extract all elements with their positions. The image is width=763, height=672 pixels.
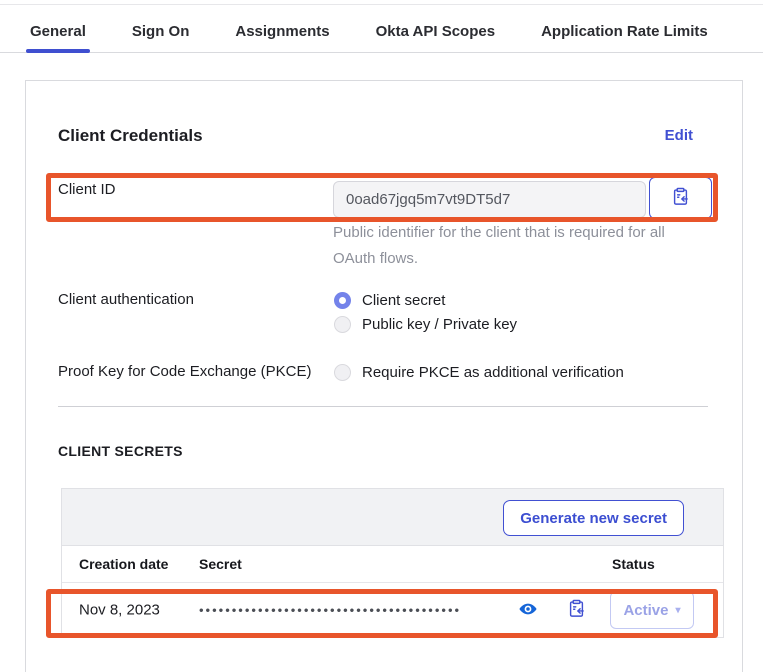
- okta-app-settings-screen: General Sign On Assignments Okta API Sco…: [0, 0, 763, 672]
- client-authentication-label: Client authentication: [58, 291, 194, 308]
- masked-secret-value: ••••••••••••••••••••••••••••••••••••••••: [199, 603, 515, 618]
- pkce-option-label: Require PKCE as additional verification: [362, 364, 624, 381]
- auth-option-label: Public key / Private key: [362, 316, 517, 333]
- client-secrets-title: CLIENT SECRETS: [58, 443, 183, 459]
- radio-unselected-icon[interactable]: [334, 316, 351, 333]
- radio-selected-icon[interactable]: [334, 292, 351, 309]
- copy-secret-button[interactable]: [565, 599, 587, 621]
- clipboard-copy-icon: [567, 599, 586, 621]
- auth-option-public-private-key: Public key / Private key: [334, 315, 517, 333]
- header-status: Status: [612, 556, 723, 572]
- client-secrets-table: Generate new secret Creation date Secret…: [61, 488, 724, 638]
- status-label: Active: [623, 602, 668, 619]
- auth-option-label: Client secret: [362, 292, 445, 309]
- tab-okta-api-scopes[interactable]: Okta API Scopes: [374, 23, 498, 52]
- auth-option-client-secret: Client secret: [334, 291, 445, 309]
- generate-new-secret-button[interactable]: Generate new secret: [503, 500, 684, 536]
- header-creation-date: Creation date: [62, 556, 199, 572]
- secret-creation-date: Nov 8, 2023: [79, 602, 160, 619]
- section-title: Client Credentials: [58, 126, 203, 146]
- pkce-label: Proof Key for Code Exchange (PKCE): [58, 363, 311, 380]
- client-credentials-card: Client Credentials Edit Client ID Public…: [25, 80, 743, 672]
- table-header-row: Creation date Secret Status: [62, 546, 723, 583]
- client-id-help-text: Public identifier for the client that is…: [333, 220, 685, 272]
- chevron-down-icon: ▾: [676, 605, 681, 616]
- edit-link[interactable]: Edit: [665, 127, 693, 144]
- tab-application-rate-limits[interactable]: Application Rate Limits: [539, 23, 710, 52]
- section-divider: [58, 406, 708, 407]
- tab-sign-on[interactable]: Sign On: [130, 23, 192, 52]
- tab-general[interactable]: General: [28, 23, 88, 52]
- status-dropdown-button[interactable]: Active ▾: [610, 591, 694, 629]
- pkce-option: Require PKCE as additional verification: [334, 363, 624, 381]
- app-tabbar: General Sign On Assignments Okta API Sco…: [0, 5, 763, 53]
- clipboard-copy-icon: [671, 187, 690, 209]
- table-toolbar: Generate new secret: [62, 489, 723, 546]
- table-row: Nov 8, 2023 ••••••••••••••••••••••••••••…: [62, 583, 723, 637]
- header-secret: Secret: [199, 556, 612, 572]
- pkce-checkbox[interactable]: [334, 364, 351, 381]
- client-id-input[interactable]: [333, 181, 646, 218]
- reveal-secret-button[interactable]: [517, 599, 539, 621]
- eye-icon: [518, 599, 538, 622]
- client-id-label: Client ID: [58, 181, 116, 198]
- copy-client-id-button[interactable]: [649, 177, 712, 219]
- tab-assignments[interactable]: Assignments: [233, 23, 331, 52]
